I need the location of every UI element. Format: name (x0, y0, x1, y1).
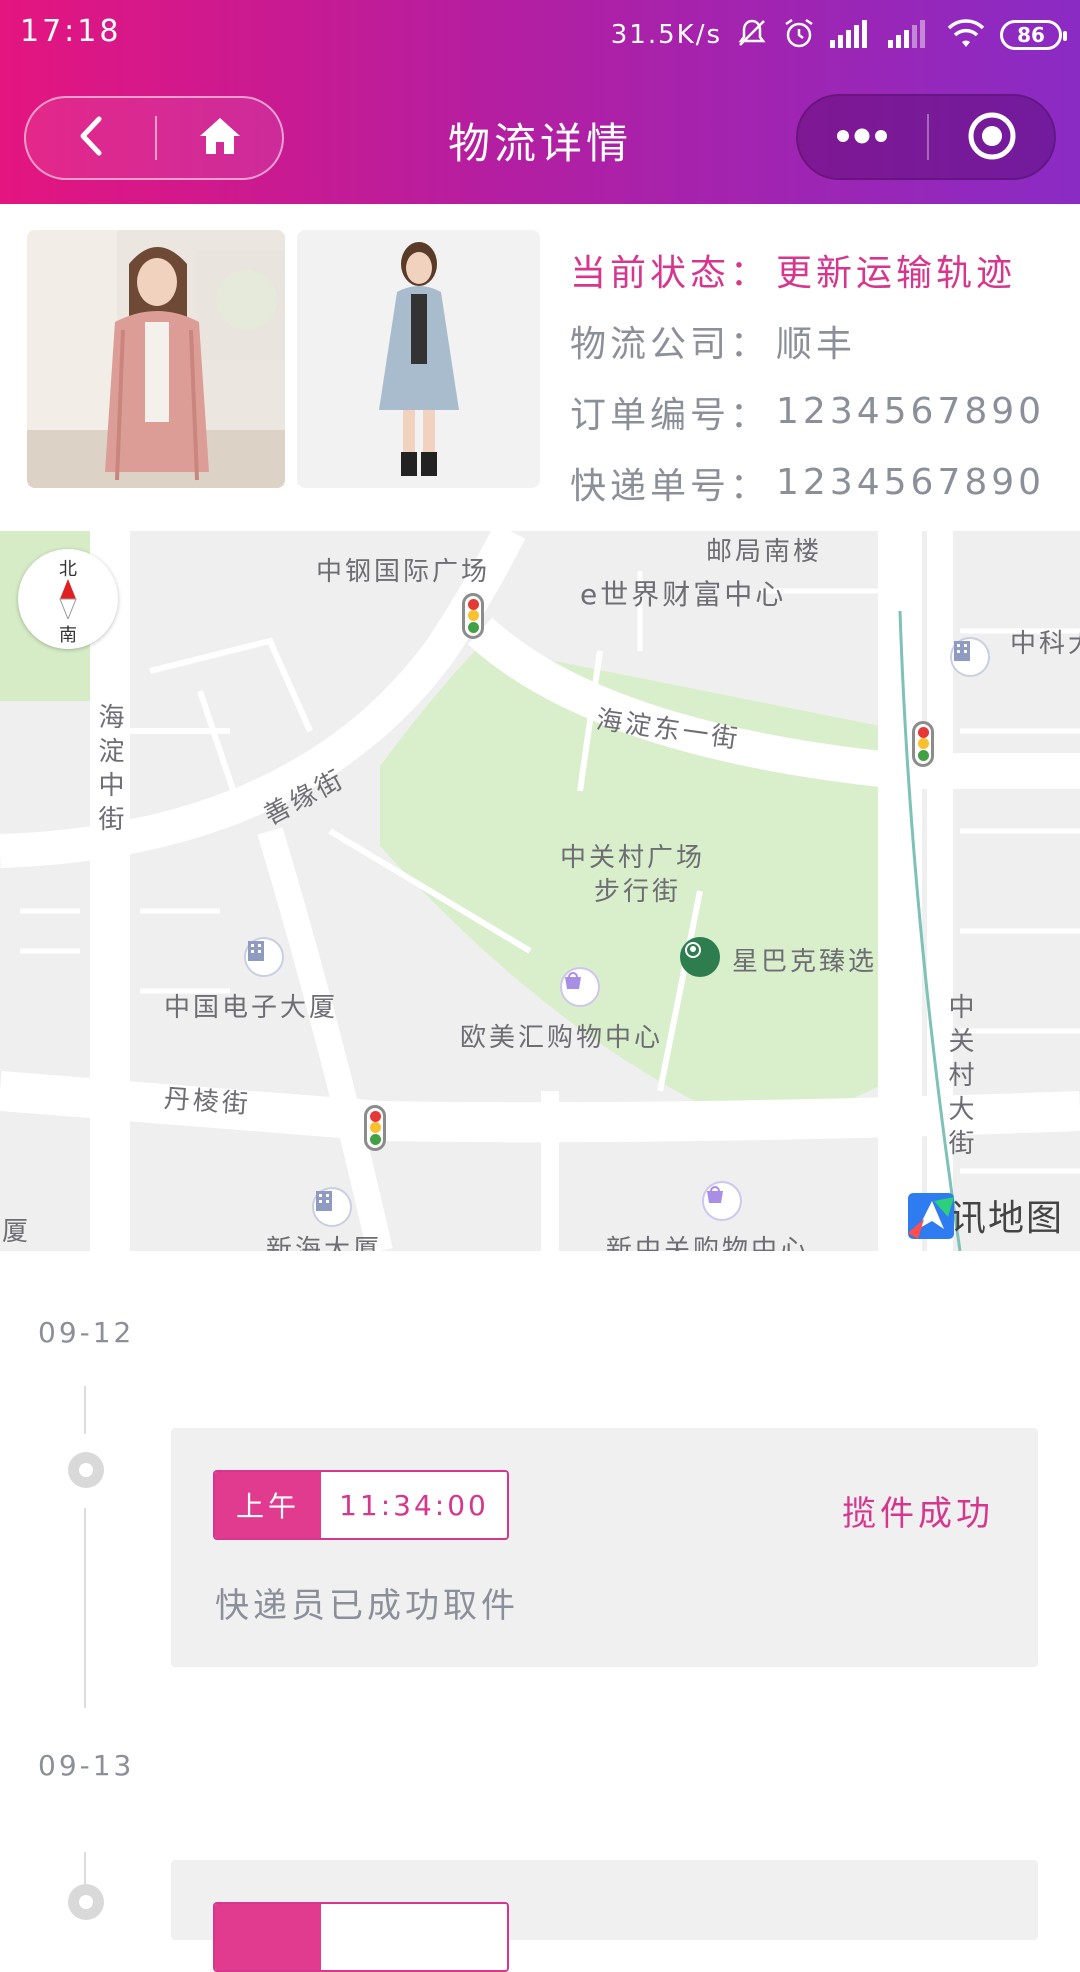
target-circle-icon (967, 111, 1017, 165)
chevron-left-icon (75, 115, 105, 161)
timeline-dot-icon (68, 1452, 104, 1488)
net-speed: 31.5K/s (610, 20, 722, 50)
map-label-zgc-square: 中关村广场 (560, 843, 706, 873)
alarm-icon (782, 16, 816, 54)
timeline-line (84, 1386, 86, 1434)
product-image-grey-coat[interactable] (297, 230, 540, 488)
more-button[interactable] (798, 96, 926, 180)
map-label-xinzhongguan: 新中关购物中心 (606, 1235, 810, 1251)
map-label-zhongke: 中科大 (1010, 629, 1080, 659)
product-image-pink-coat[interactable] (27, 230, 285, 488)
map-label-starbucks: 星巴克臻选 (732, 947, 878, 977)
courier-company-row: 物流公司： 顺丰 (570, 305, 1070, 376)
event-time-tag (213, 1902, 509, 1972)
event-status: 揽件成功 (842, 1494, 994, 1534)
tracking-number-value: 1234567890 (776, 462, 1046, 503)
map-label-post: 邮局南楼 (706, 537, 823, 567)
signal-icon (830, 18, 874, 52)
building-icon (950, 637, 990, 677)
building-icon (312, 1187, 352, 1227)
map-label-zhonggang: 中钢国际广场 (316, 557, 491, 587)
starbucks-icon (680, 937, 720, 977)
tracking-event-card (171, 1860, 1038, 1972)
page-title: 物流详情 (447, 119, 632, 168)
mute-icon (736, 17, 768, 53)
map-label-haidian-mid: 海淀中街 (98, 703, 128, 835)
current-status-value: 更新运输轨迹 (776, 252, 1017, 294)
event-time: 11:34:00 (321, 1472, 507, 1538)
courier-company-label: 物流公司： (570, 323, 771, 365)
timeline-dot-icon (68, 1884, 104, 1920)
nav-capsule-left (24, 96, 284, 180)
shopping-bag-icon (702, 1181, 742, 1221)
building-icon (244, 937, 284, 977)
more-dots-icon (835, 128, 889, 148)
order-number-label: 订单编号： (570, 394, 771, 436)
order-number-row: 订单编号： 1234567890 (570, 376, 1070, 447)
wifi-icon (946, 17, 986, 53)
status-bar: 17:18 31.5K/s 86 (0, 0, 1080, 70)
header-bar: 17:18 31.5K/s 86 物流详情 (0, 0, 1080, 204)
map-compass[interactable]: 北 南 (18, 549, 118, 649)
event-description: 快递员已成功取件 (215, 1586, 519, 1626)
tracking-number-label: 快递单号： (570, 465, 771, 507)
timeline-date: 09-13 (38, 1749, 135, 1782)
map-label-walk-street: 步行街 (594, 877, 682, 907)
courier-company-value: 顺丰 (776, 323, 857, 365)
logistics-map[interactable]: 北 南 中钢国际广场 邮局南楼 e世界财富中心 中科大 海淀中街 海淀东一街 善… (0, 531, 1080, 1251)
timeline-line (84, 1508, 86, 1708)
order-number-value: 1234567890 (776, 391, 1046, 432)
current-status-row: 当前状态： 更新运输轨迹 (570, 234, 1070, 305)
shopping-bag-icon (560, 967, 600, 1007)
home-icon (198, 116, 242, 160)
event-time (321, 1904, 507, 1970)
traffic-light-icon (364, 1105, 386, 1151)
signal-icon-2 (888, 18, 932, 52)
close-miniprogram-button[interactable] (928, 96, 1056, 180)
traffic-light-icon (912, 721, 934, 767)
event-time-tag: 上午 11:34:00 (213, 1470, 509, 1540)
tracking-event-card: 上午 11:34:00 揽件成功 快递员已成功取件 (171, 1428, 1038, 1667)
map-label-danling: 丹棱街 (162, 1083, 252, 1120)
status-time: 17:18 (20, 14, 122, 49)
nav-capsule-right (796, 94, 1056, 180)
status-icons: 31.5K/s 86 (610, 14, 1067, 56)
timeline-date: 09-12 (38, 1316, 135, 1349)
map-label-sha: 厦 (2, 1217, 32, 1247)
tracking-number-row: 快递单号： 1234567890 (570, 447, 1070, 518)
event-period (215, 1904, 321, 1970)
battery-icon: 86 (1000, 20, 1067, 50)
tencent-map-logo: 腾讯地图 (904, 1189, 1064, 1241)
compass-south: 南 (59, 625, 77, 646)
event-period: 上午 (215, 1472, 321, 1538)
map-label-cec: 中国电子大厦 (164, 993, 339, 1023)
back-button[interactable] (26, 98, 154, 178)
order-info: 当前状态： 更新运输轨迹 物流公司： 顺丰 订单编号： 1234567890 快… (570, 234, 1070, 518)
map-label-xinhai: 新海大厦 (266, 1235, 383, 1251)
home-button[interactable] (156, 98, 284, 178)
traffic-light-icon (462, 593, 484, 639)
map-label-oumeihui: 欧美汇购物中心 (460, 1023, 664, 1053)
current-status-label: 当前状态： (570, 252, 771, 294)
map-label-zgc-street: 中关村大街 (948, 993, 978, 1159)
map-label-eworld: e世界财富中心 (580, 578, 787, 611)
map-base (0, 531, 1080, 1251)
compass-north: 北 (59, 559, 77, 580)
